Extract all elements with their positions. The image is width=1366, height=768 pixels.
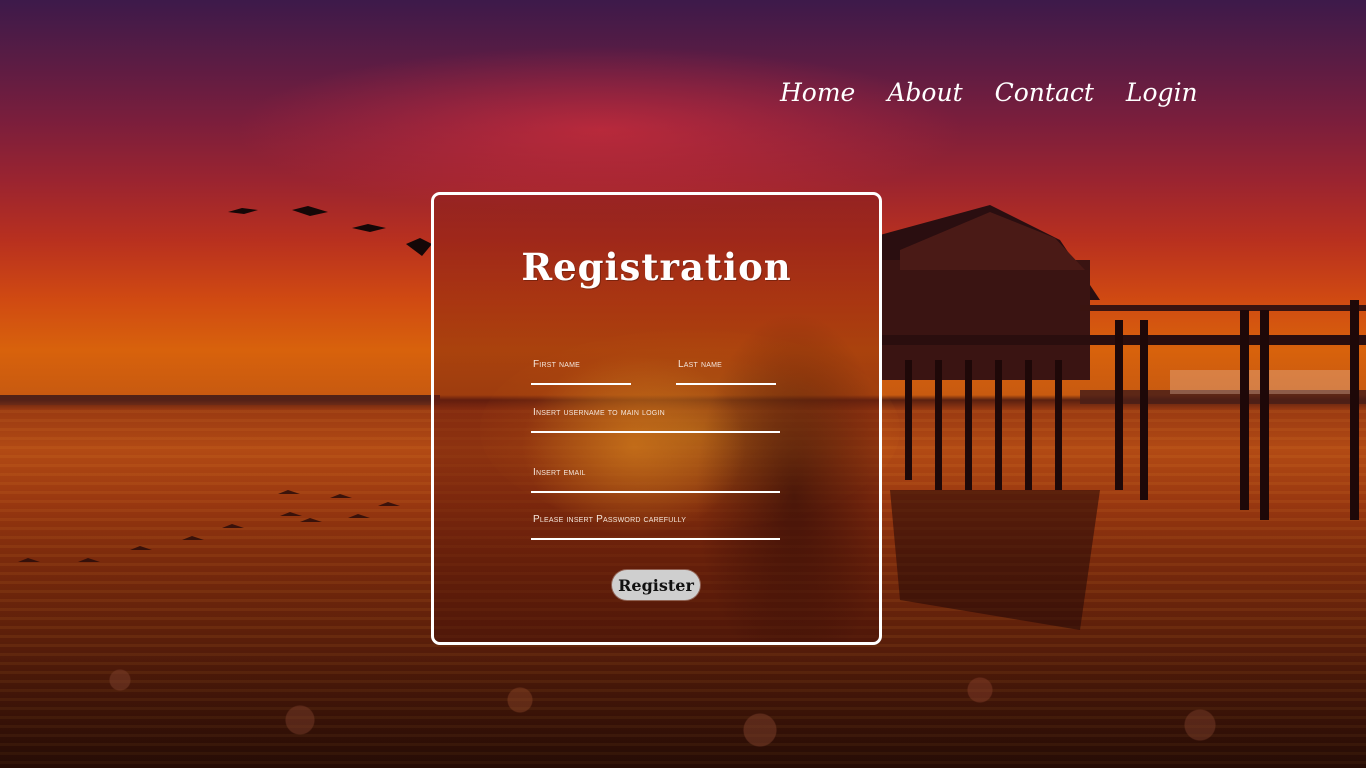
email-field-wrapper (531, 453, 780, 493)
registration-form: Registration Register (431, 192, 882, 645)
first-name-input[interactable] (531, 345, 631, 383)
nav-link-about[interactable]: About (887, 78, 962, 107)
last-name-input[interactable] (676, 345, 776, 383)
last-name-field-wrapper (676, 345, 776, 385)
register-button[interactable]: Register (612, 570, 700, 600)
first-name-field-wrapper (531, 345, 631, 385)
email-input[interactable] (531, 453, 780, 491)
username-field-wrapper (531, 393, 780, 433)
username-input[interactable] (531, 393, 780, 431)
password-field-wrapper (531, 500, 780, 540)
registration-title: Registration (521, 245, 792, 289)
nav-link-contact[interactable]: Contact (995, 78, 1094, 107)
nav-link-login[interactable]: Login (1126, 78, 1198, 107)
top-navigation: Home About Contact Login (780, 78, 1198, 107)
nav-link-home[interactable]: Home (780, 78, 855, 107)
password-input[interactable] (531, 500, 780, 538)
